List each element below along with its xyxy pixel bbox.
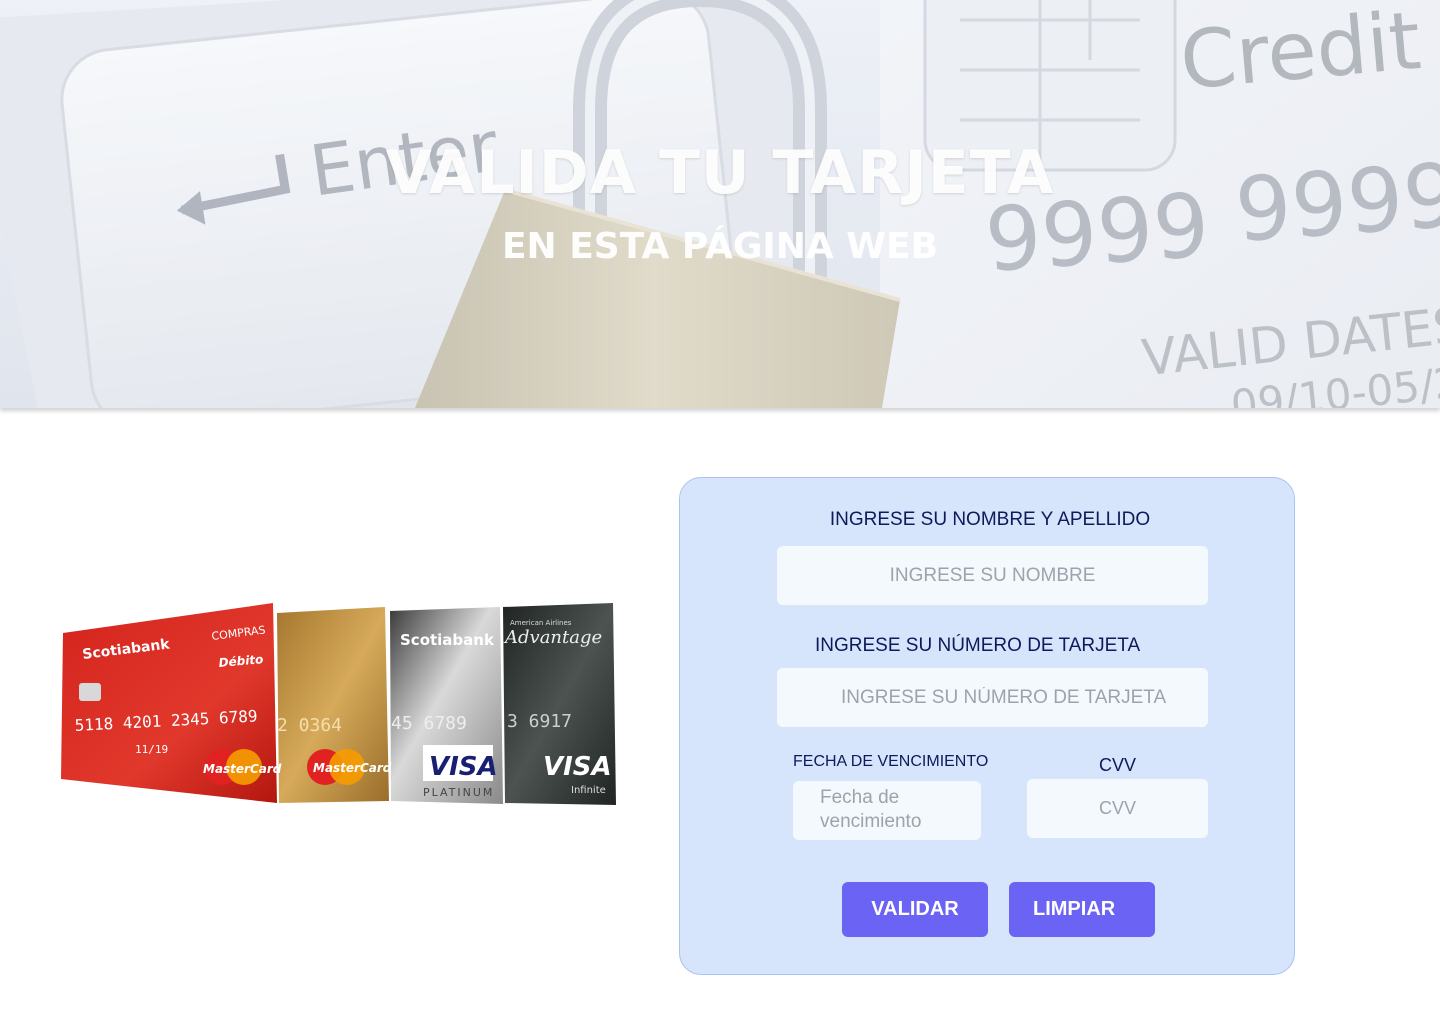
expiry-label: FECHA DE VENCIMIENTO bbox=[793, 753, 989, 770]
svg-text:PLATINUM: PLATINUM bbox=[423, 786, 494, 799]
page-subtitle: EN ESTA PÁGINA WEB bbox=[501, 226, 939, 267]
svg-text:MasterCard: MasterCard bbox=[313, 761, 392, 775]
svg-text:Scotiabank: Scotiabank bbox=[400, 631, 495, 649]
svg-text:45 6789: 45 6789 bbox=[391, 713, 467, 734]
card-validation-form: INGRESE SU NOMBRE Y APELLIDO INGRESE SU … bbox=[679, 477, 1295, 975]
svg-text:MasterCard: MasterCard bbox=[203, 762, 282, 776]
cvv-label: CVV bbox=[1098, 755, 1136, 775]
svg-text:2 0364: 2 0364 bbox=[277, 715, 342, 736]
svg-text:American Airlines: American Airlines bbox=[510, 619, 572, 627]
card-advantage-visa: American Airlines Advantage 3 6917 VISA … bbox=[503, 603, 616, 805]
card-scotiabank-visa-platinum: Scotiabank 45 6789 VISA PLATINUM bbox=[390, 607, 503, 804]
card-number-input[interactable] bbox=[777, 668, 1208, 727]
page-title: VALIDA TU TARJETA bbox=[385, 138, 1055, 208]
svg-text:Infinite: Infinite bbox=[571, 785, 606, 796]
card-gold-mastercard: 2 0364 MasterCard bbox=[277, 607, 392, 803]
card-number-label: INGRESE SU NÚMERO DE TARJETA bbox=[815, 635, 1141, 656]
clear-button[interactable]: LIMPIAR bbox=[1009, 882, 1155, 937]
svg-text:Advantage: Advantage bbox=[503, 627, 602, 648]
svg-text:VISA: VISA bbox=[543, 752, 612, 782]
hero-banner: Enter Credit 9999 9999 VALID DATES 09/10… bbox=[0, 0, 1440, 408]
validate-button[interactable]: VALIDAR bbox=[842, 882, 988, 937]
credit-cards-image: American Airlines Advantage 3 6917 VISA … bbox=[61, 603, 616, 805]
svg-text:VISA: VISA bbox=[429, 752, 498, 782]
cvv-input[interactable] bbox=[1027, 779, 1208, 838]
name-label: INGRESE SU NOMBRE Y APELLIDO bbox=[829, 509, 1151, 530]
svg-text:3 6917: 3 6917 bbox=[507, 711, 572, 732]
expiry-date-input[interactable] bbox=[793, 781, 981, 840]
card-scotiabank-debit-mastercard: Scotiabank COMPRAS Débito 5118 4201 2345… bbox=[61, 603, 282, 803]
name-input[interactable] bbox=[777, 546, 1208, 605]
svg-text:11/19: 11/19 bbox=[135, 743, 168, 756]
